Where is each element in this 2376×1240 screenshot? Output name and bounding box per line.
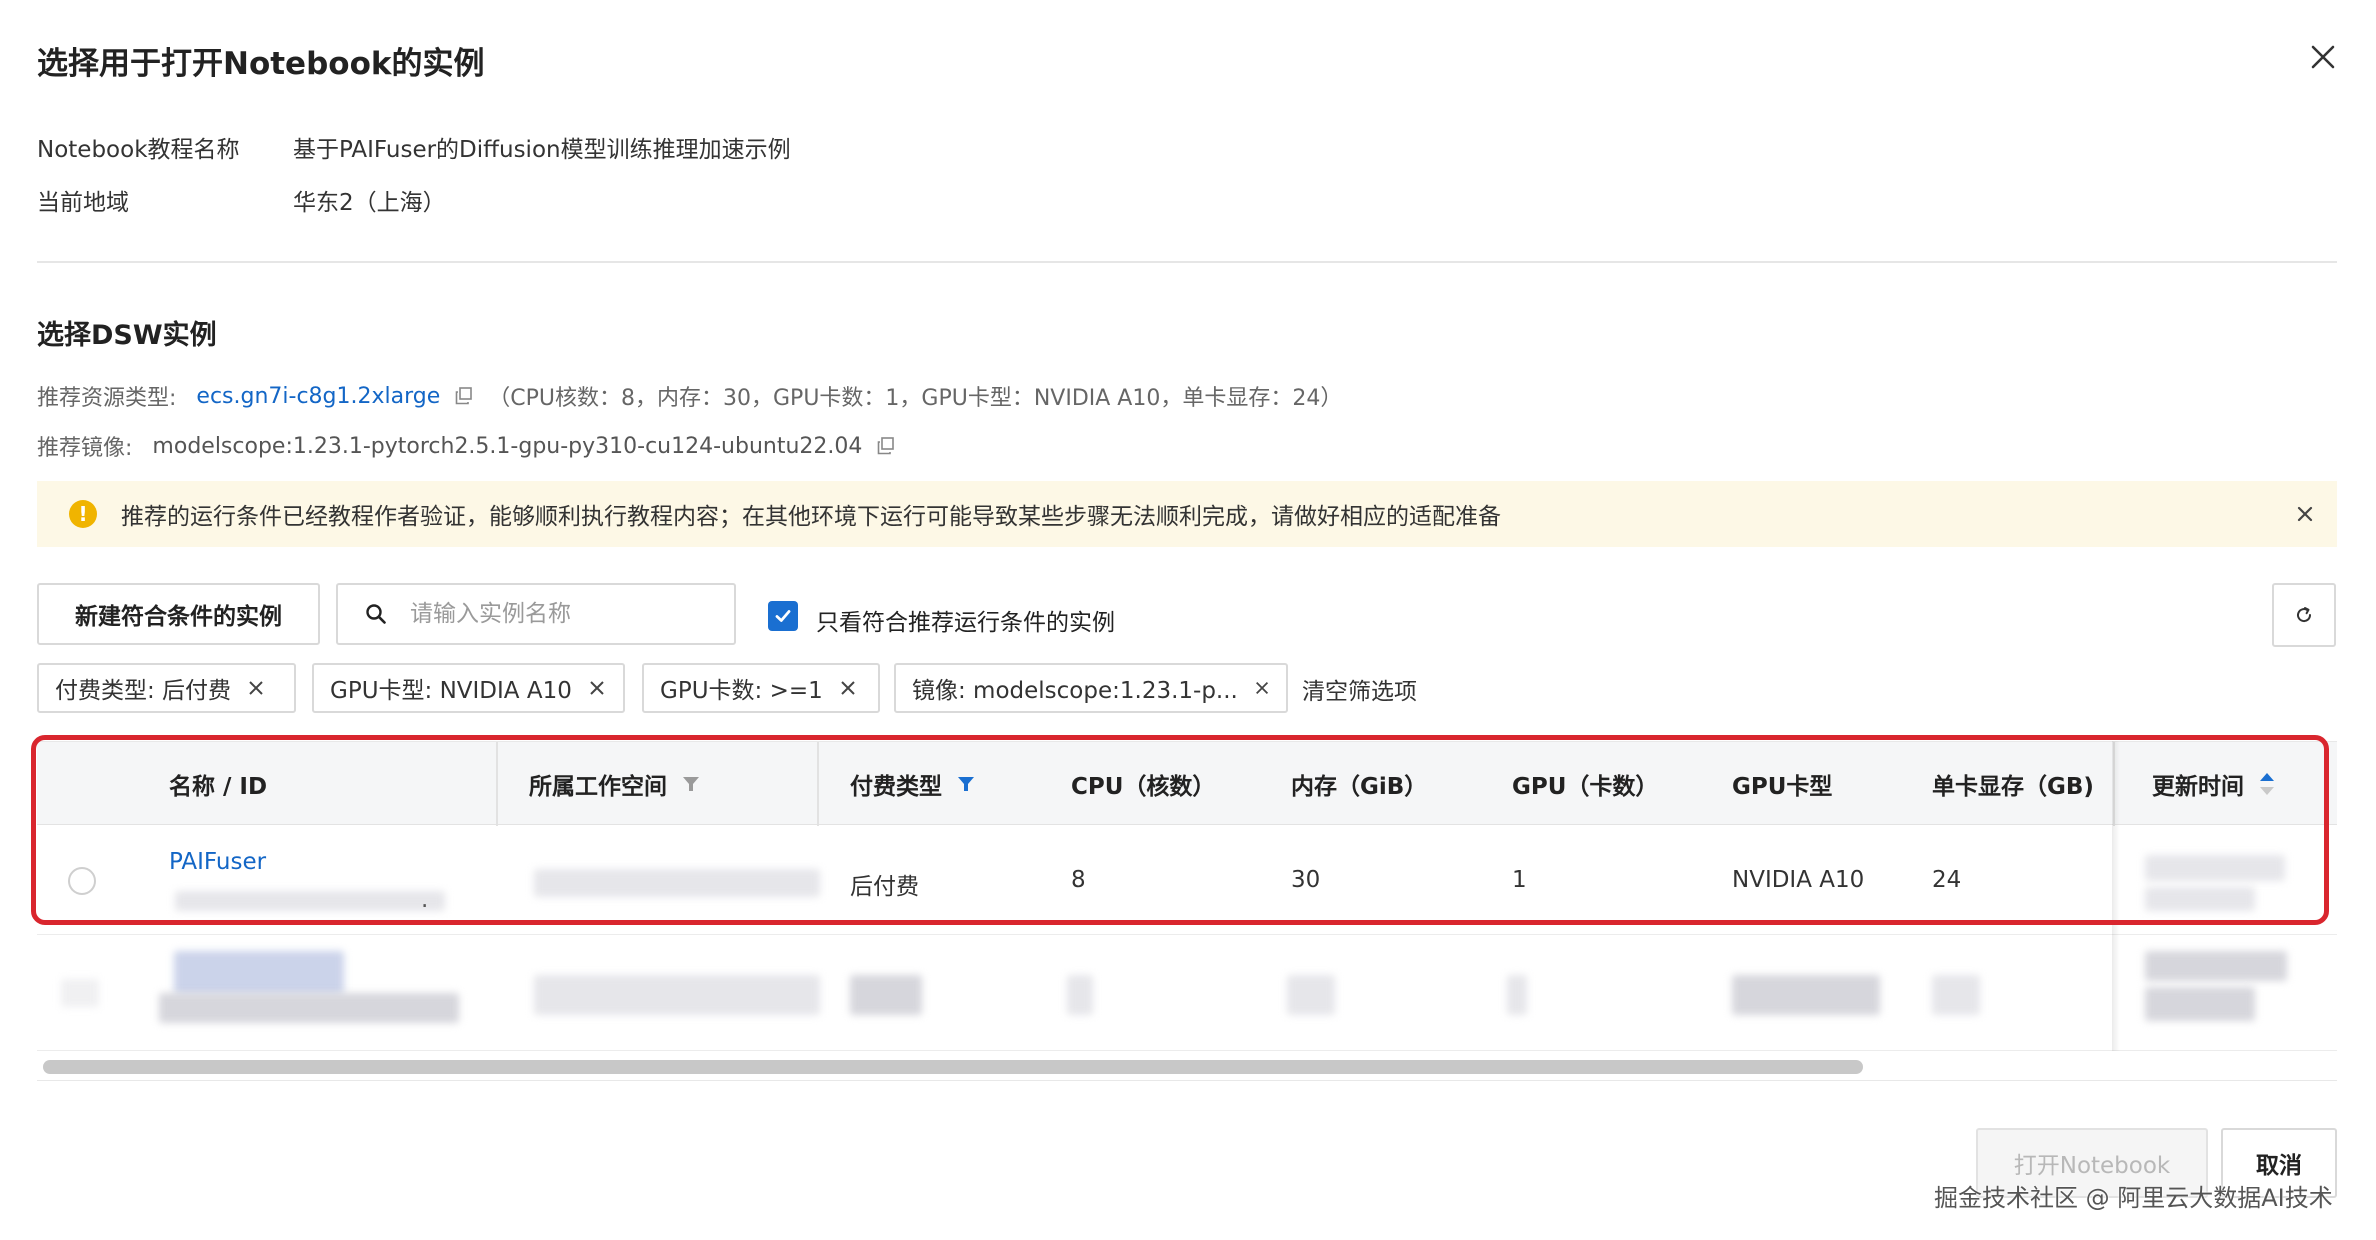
- redacted-workspace: [534, 869, 820, 897]
- gpu-cell: 1: [1512, 867, 1527, 893]
- close-icon[interactable]: [247, 679, 265, 697]
- check-icon: [775, 610, 791, 622]
- dialog-title: 选择用于打开Notebook的实例: [37, 46, 485, 82]
- recommended-resource-spec: （CPU核数：8，内存：30，GPU卡数：1，GPU卡型：NVIDIA A10，…: [488, 386, 1343, 411]
- filter-tag-gpu-count: GPU卡数: >=1: [642, 663, 880, 713]
- warning-alert: ! 推荐的运行条件已经教程作者验证，能够顺利执行教程内容；在其他环境下运行可能导…: [37, 481, 2337, 547]
- close-icon[interactable]: [1254, 679, 1270, 697]
- copy-icon[interactable]: [454, 386, 474, 406]
- column-header-cpu: CPU（核数）: [1071, 774, 1216, 800]
- recommended-resource-link[interactable]: ecs.gn7i-c8g1.2xlarge: [196, 384, 440, 409]
- column-header-name: 名称 / ID: [169, 774, 268, 800]
- redacted-updated-time: [2145, 855, 2285, 881]
- column-header-gpu-type: GPU卡型: [1732, 774, 1833, 800]
- table-header: 名称 / ID 所属工作空间 付费类型 CPU（核数） 内存（GiB） GPU（…: [37, 741, 2337, 826]
- column-header-label: 更新时间: [2152, 774, 2244, 800]
- redacted-updated-time: [2145, 887, 2255, 911]
- redacted-gpu-memory: [1932, 975, 1980, 1015]
- close-icon[interactable]: [588, 679, 606, 697]
- redacted-radio: [61, 979, 99, 1007]
- filter-tag-label: 付费类型: 后付费: [55, 678, 232, 704]
- recommended-image-value: modelscope:1.23.1-pytorch2.5.1-gpu-py310…: [152, 433, 863, 459]
- recommended-resource-line: 推荐资源类型: ecs.gn7i-c8g1.2xlarge （CPU核数：8，内…: [37, 380, 1342, 412]
- column-divider: [496, 742, 498, 826]
- filter-icon[interactable]: [681, 774, 701, 794]
- redacted-updated-time: [2145, 987, 2255, 1021]
- memory-cell: 30: [1291, 867, 1321, 893]
- region-value: 华东2（上海）: [293, 190, 446, 216]
- filter-tag-billing: 付费类型: 后付费: [37, 663, 296, 713]
- checkbox-label[interactable]: 只看符合推荐运行条件的实例: [816, 603, 1115, 637]
- section-title: 选择DSW实例: [37, 320, 217, 351]
- column-header-gpu-memory: 单卡显存（GB): [1932, 774, 2094, 800]
- filter-icon[interactable]: [956, 774, 976, 794]
- column-header-workspace: 所属工作空间: [529, 742, 701, 826]
- redacted-updated-time: [2145, 951, 2287, 981]
- column-divider: [817, 742, 819, 826]
- column-header-gpu: GPU（卡数）: [1512, 774, 1659, 800]
- tutorial-name-value: 基于PAIFuser的Diffusion模型训练推理加速示例: [293, 137, 791, 163]
- clear-filters-link[interactable]: 清空筛选项: [1302, 672, 1417, 706]
- search-icon: [366, 604, 386, 624]
- column-header-updated[interactable]: 更新时间: [2152, 742, 2276, 826]
- redacted-workspace: [534, 975, 820, 1015]
- close-icon[interactable]: [2306, 40, 2340, 74]
- redacted-memory: [1287, 975, 1335, 1015]
- refresh-icon: [2297, 607, 2312, 623]
- column-header-billing: 付费类型: [850, 742, 976, 826]
- filter-tag-image: 镜像: modelscope:1.23.1-p...: [894, 663, 1288, 713]
- horizontal-scrollbar[interactable]: [43, 1060, 1863, 1074]
- row-radio[interactable]: [68, 867, 96, 895]
- redacted-gpu-type: [1732, 975, 1880, 1015]
- section-divider: [37, 261, 2337, 263]
- sort-icon[interactable]: [2258, 771, 2276, 797]
- recommended-resource-label: 推荐资源类型:: [37, 386, 177, 411]
- recommended-only-checkbox[interactable]: [768, 601, 798, 631]
- redacted-billing: [850, 975, 922, 1015]
- tutorial-name-label: Notebook教程名称: [37, 137, 240, 163]
- create-instance-button[interactable]: 新建符合条件的实例: [37, 583, 320, 645]
- column-header-memory: 内存（GiB）: [1291, 774, 1428, 800]
- column-header-label: 所属工作空间: [529, 774, 667, 800]
- warning-icon: !: [69, 500, 97, 528]
- close-icon[interactable]: [2293, 502, 2317, 526]
- copy-icon[interactable]: [876, 436, 896, 456]
- table-row[interactable]: PAIFuser . 后付费 8 30 1 NVIDIA A10 24: [37, 825, 2337, 935]
- filter-tag-label: 镜像: modelscope:1.23.1-p...: [912, 678, 1238, 704]
- redacted-cpu: [1067, 975, 1093, 1015]
- instance-id-suffix: .: [421, 887, 429, 913]
- filter-tag-label: GPU卡型: NVIDIA A10: [330, 678, 572, 704]
- redacted-instance-id: [175, 891, 445, 911]
- close-icon[interactable]: [839, 679, 857, 697]
- region-label: 当前地域: [37, 190, 129, 216]
- refresh-button[interactable]: [2272, 583, 2336, 647]
- column-header-label: 付费类型: [850, 774, 942, 800]
- redacted-instance-id: [159, 993, 459, 1023]
- gpu-type-cell: NVIDIA A10: [1732, 867, 1865, 893]
- filter-tag-label: GPU卡数: >=1: [660, 678, 823, 704]
- filter-tag-gpu-type: GPU卡型: NVIDIA A10: [312, 663, 625, 713]
- fixed-column-shadow: [2112, 741, 2120, 1051]
- redacted-instance-name: [174, 951, 344, 995]
- billing-cell: 后付费: [850, 874, 919, 900]
- search-input[interactable]: [410, 601, 710, 627]
- alert-text: 推荐的运行条件已经教程作者验证，能够顺利执行教程内容；在其他环境下运行可能导致某…: [121, 504, 1501, 530]
- recommended-image-label: 推荐镜像:: [37, 436, 133, 461]
- gpu-memory-cell: 24: [1932, 867, 1962, 893]
- cpu-cell: 8: [1071, 867, 1086, 893]
- watermark: 掘金技术社区 @ 阿里云大数据AI技术: [1934, 1184, 2333, 1212]
- table-row[interactable]: [37, 935, 2337, 1051]
- recommended-image-line: 推荐镜像: modelscope:1.23.1-pytorch2.5.1-gpu…: [37, 430, 896, 462]
- instance-search[interactable]: [336, 583, 736, 645]
- redacted-gpu: [1507, 975, 1527, 1015]
- instance-name-link[interactable]: PAIFuser: [169, 849, 266, 875]
